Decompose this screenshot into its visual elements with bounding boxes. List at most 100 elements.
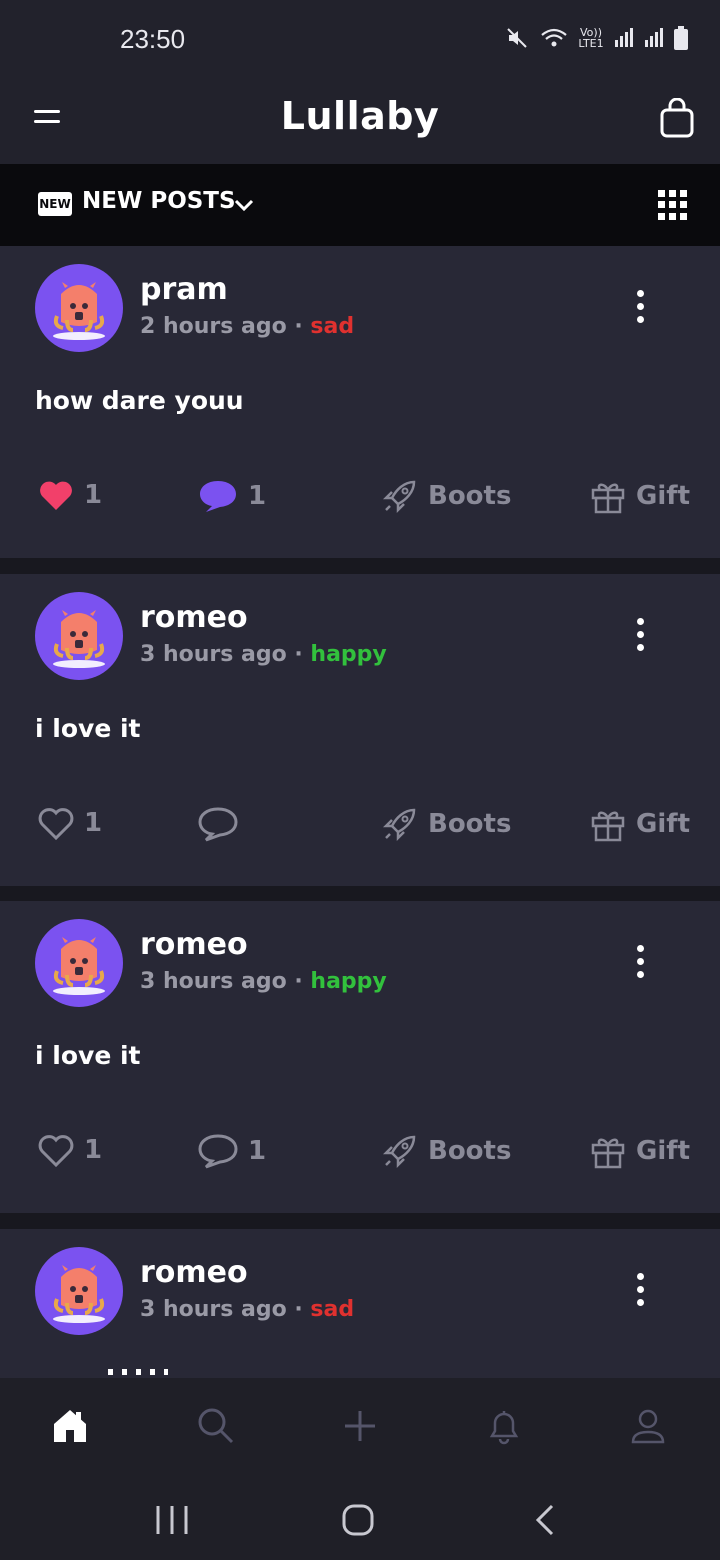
heart-outline-icon — [38, 1135, 74, 1167]
nav-notifications[interactable] — [484, 1406, 524, 1446]
comment-count: 1 — [248, 481, 267, 511]
gift-icon — [591, 1138, 625, 1169]
post-username[interactable]: romeo — [140, 927, 248, 962]
nav-profile[interactable] — [628, 1406, 668, 1446]
chevron-down-icon — [234, 199, 254, 212]
meta-separator: · — [294, 314, 303, 339]
post-card[interactable]: romeo 3 hours ago · happy i love it 1 1 — [0, 901, 720, 1213]
like-button[interactable]: 1 — [38, 806, 102, 840]
shopping-bag-icon — [660, 97, 694, 138]
grid-view-button[interactable] — [658, 190, 688, 220]
recent-apps-icon — [156, 1506, 188, 1534]
gift-button[interactable]: Gift — [590, 806, 690, 842]
comment-outline-icon — [198, 1134, 238, 1169]
more-vertical-icon — [630, 1273, 650, 1306]
home-button-icon — [342, 1504, 374, 1536]
battery-icon — [674, 26, 688, 50]
comment-outline-icon — [198, 807, 238, 842]
like-button[interactable]: 1 — [38, 478, 102, 512]
app-header: Lullaby — [0, 82, 720, 164]
filter-dropdown-label[interactable]: NEW POSTS — [82, 188, 236, 214]
boost-button[interactable]: Boots — [382, 478, 511, 514]
bell-icon — [489, 1411, 519, 1445]
back-icon — [535, 1504, 554, 1536]
post-text: how dare youu — [35, 386, 244, 415]
recent-apps-button[interactable] — [152, 1502, 192, 1538]
gift-label: Gift — [636, 809, 690, 839]
feed: pram 2 hours ago · sad how dare youu 1 1 — [0, 246, 720, 1378]
heart-icon — [40, 481, 72, 510]
post-card[interactable]: pram 2 hours ago · sad how dare youu 1 1 — [0, 246, 720, 558]
search-icon — [198, 1408, 234, 1444]
meta-separator: · — [294, 642, 303, 667]
post-time: 3 hours ago — [140, 969, 287, 994]
post-actions: 1 1 Boots Gift — [0, 478, 720, 528]
post-meta: 3 hours ago · happy — [140, 642, 387, 667]
home-icon — [54, 1410, 86, 1442]
meta-separator: · — [294, 969, 303, 994]
boost-button[interactable]: Boots — [382, 1133, 511, 1169]
post-card[interactable]: romeo 3 hours ago · sad — [0, 1229, 720, 1378]
rocket-icon — [382, 480, 416, 514]
mute-icon — [506, 27, 530, 49]
status-bar: 23:50 Vo)) LTE1 — [0, 0, 720, 82]
like-count: 1 — [84, 480, 103, 510]
system-back-button[interactable] — [526, 1502, 566, 1538]
post-more-button[interactable] — [630, 945, 650, 985]
post-time: 3 hours ago — [140, 1297, 287, 1322]
post-time: 2 hours ago — [140, 314, 287, 339]
app-title: Lullaby — [280, 94, 440, 138]
gift-icon — [591, 483, 625, 514]
filter-dropdown-button[interactable] — [232, 194, 256, 218]
avatar[interactable] — [35, 592, 123, 680]
like-count: 1 — [84, 1135, 103, 1165]
heart-outline-icon — [38, 808, 74, 840]
comment-button[interactable]: 1 — [198, 478, 266, 514]
system-home-button[interactable] — [338, 1502, 378, 1538]
post-card[interactable]: romeo 3 hours ago · happy i love it 1 Bo… — [0, 574, 720, 886]
filter-bar: NEW NEW POSTS — [0, 164, 720, 246]
comment-icon — [200, 481, 236, 512]
status-icons: Vo)) LTE1 — [506, 26, 688, 50]
nav-search[interactable] — [196, 1406, 236, 1446]
gift-icon — [591, 811, 625, 842]
shopping-bag-button[interactable] — [660, 97, 694, 138]
post-username[interactable]: romeo — [140, 600, 248, 635]
system-nav — [0, 1480, 720, 1560]
like-button[interactable]: 1 — [38, 1133, 102, 1167]
post-text-truncated — [108, 1369, 168, 1375]
post-mood: sad — [310, 314, 355, 339]
post-meta: 2 hours ago · sad — [140, 314, 354, 339]
post-mood: happy — [310, 642, 387, 667]
signal-icon — [644, 28, 664, 48]
like-count: 1 — [84, 808, 103, 838]
post-more-button[interactable] — [630, 618, 650, 658]
avatar[interactable] — [35, 919, 123, 1007]
boost-label: Boots — [428, 809, 512, 839]
rocket-icon — [382, 1135, 416, 1169]
profile-icon — [631, 1409, 665, 1444]
post-mood: sad — [310, 1297, 355, 1322]
gift-button[interactable]: Gift — [590, 478, 690, 514]
post-more-button[interactable] — [630, 290, 650, 330]
avatar[interactable] — [35, 1247, 123, 1335]
nav-add[interactable] — [340, 1406, 380, 1446]
post-more-button[interactable] — [630, 1273, 650, 1313]
comment-count: 1 — [248, 1136, 267, 1166]
meta-separator: · — [294, 1297, 303, 1322]
post-username[interactable]: pram — [140, 272, 228, 307]
boost-label: Boots — [428, 1136, 512, 1166]
nav-home[interactable] — [50, 1406, 90, 1446]
avatar[interactable] — [35, 264, 123, 352]
add-icon — [345, 1411, 375, 1441]
boost-button[interactable]: Boots — [382, 806, 511, 842]
post-username[interactable]: romeo — [140, 1255, 248, 1290]
bottom-nav — [0, 1378, 720, 1480]
post-text: i love it — [35, 714, 141, 743]
post-actions: 1 1 Boots Gift — [0, 1133, 720, 1183]
gift-button[interactable]: Gift — [590, 1133, 690, 1169]
comment-button[interactable]: 1 — [198, 1133, 266, 1169]
post-time: 3 hours ago — [140, 642, 287, 667]
gift-label: Gift — [636, 481, 690, 511]
comment-button[interactable] — [198, 806, 248, 842]
